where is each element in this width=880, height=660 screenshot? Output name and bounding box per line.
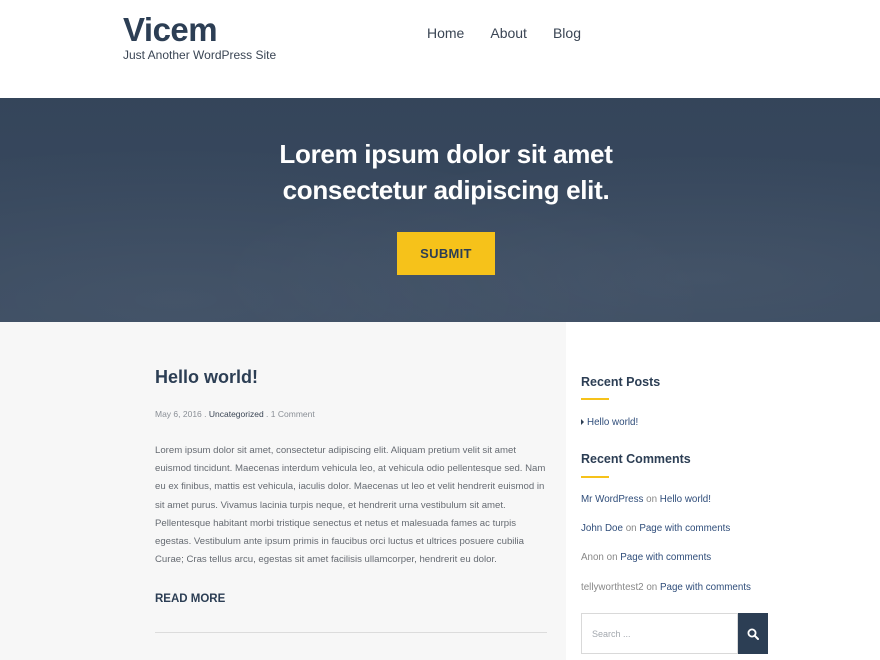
meta-separator: . — [201, 409, 209, 419]
comment-on: on — [646, 582, 658, 593]
comment-item: tellyworthtest2 on Page with comments — [581, 582, 751, 593]
submit-button[interactable]: SUBMIT — [397, 232, 495, 275]
post-meta: May 6, 2016 . Uncategorized . 1 Comment — [155, 409, 315, 419]
post-title[interactable]: Hello world! — [155, 367, 258, 388]
site-description: Just Another WordPress Site — [123, 48, 277, 62]
hero-heading: Lorem ipsum dolor sit amet consectetur a… — [0, 136, 880, 208]
recent-post-item[interactable]: Hello world! — [581, 417, 638, 428]
site-title[interactable]: Vicem — [123, 11, 218, 49]
recent-posts-title: Recent Posts — [581, 375, 661, 389]
recent-post-label[interactable]: Hello world! — [587, 417, 638, 428]
post-date[interactable]: May 6, 2016 — [155, 409, 202, 419]
comment-item: Mr WordPress on Hello world! — [581, 494, 711, 505]
comment-item: Anon on Page with comments — [581, 552, 711, 563]
comment-on: on — [606, 552, 618, 563]
main-content: Hello world! May 6, 2016 . Uncategorized… — [0, 322, 566, 660]
read-more-link[interactable]: READ MORE — [155, 593, 225, 605]
comment-on: on — [646, 494, 658, 505]
comment-author: Anon — [581, 552, 604, 563]
hero-heading-line2: consectetur adipiscing elit. — [282, 175, 610, 205]
hero-heading-line1: Lorem ipsum dolor sit amet — [279, 139, 613, 169]
sidebar: Recent Posts Hello world! Recent Comment… — [566, 322, 880, 660]
widget-underline — [581, 398, 609, 400]
comment-post-link[interactable]: Page with comments — [620, 552, 711, 563]
post-comments-count[interactable]: 1 Comment — [271, 409, 315, 419]
comment-on: on — [625, 523, 637, 534]
comment-item: John Doe on Page with comments — [581, 523, 730, 534]
recent-comments-title: Recent Comments — [581, 452, 691, 466]
nav-item-blog[interactable]: Blog — [553, 25, 581, 41]
post-divider — [155, 632, 547, 633]
main-nav: Home About Blog — [427, 25, 581, 41]
meta-separator: . — [263, 409, 271, 419]
nav-item-home[interactable]: Home — [427, 25, 464, 41]
comment-post-link[interactable]: Page with comments — [639, 523, 730, 534]
comment-author[interactable]: John Doe — [581, 523, 623, 534]
search-button[interactable] — [738, 613, 768, 654]
search-input[interactable] — [581, 613, 738, 654]
search-icon — [747, 628, 759, 640]
comment-author: tellyworthtest2 — [581, 582, 644, 593]
caret-right-icon — [581, 419, 584, 426]
nav-item-about[interactable]: About — [490, 25, 527, 41]
hero-banner: Lorem ipsum dolor sit amet consectetur a… — [0, 98, 880, 322]
widget-underline — [581, 476, 609, 478]
comment-post-link[interactable]: Hello world! — [660, 494, 711, 505]
site-header: Vicem Just Another WordPress Site Home A… — [0, 0, 880, 98]
post-excerpt: Lorem ipsum dolor sit amet, consectetur … — [155, 445, 546, 566]
post-category[interactable]: Uncategorized — [209, 409, 264, 419]
comment-post-link[interactable]: Page with comments — [660, 582, 751, 593]
comment-author[interactable]: Mr WordPress — [581, 494, 643, 505]
